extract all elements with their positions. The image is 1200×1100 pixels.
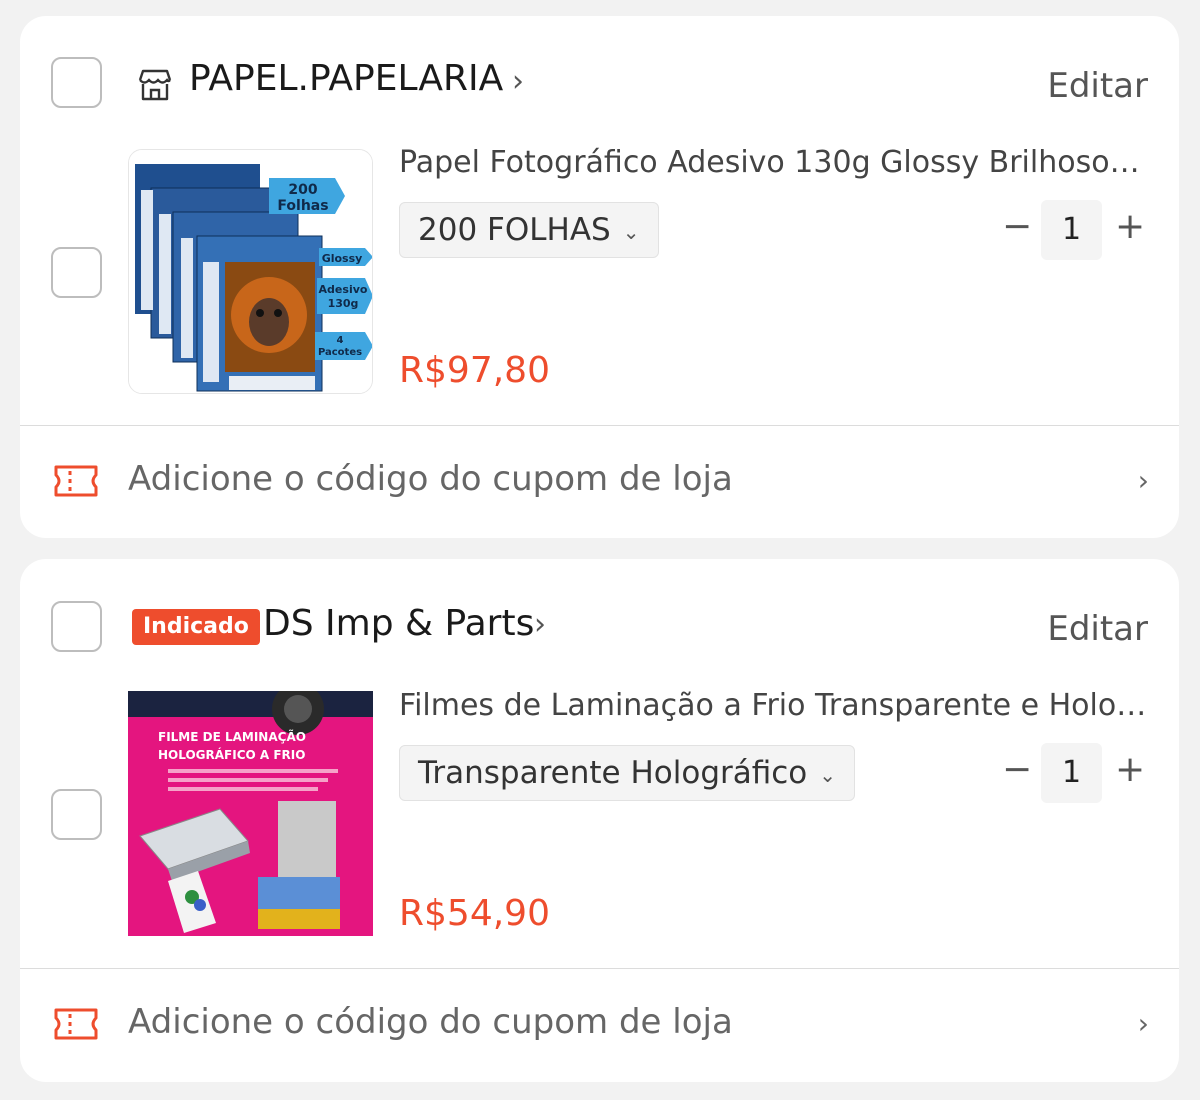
quantity-value[interactable]: 1 [1041,200,1102,260]
ticket-icon [54,465,98,497]
product-title[interactable]: Papel Fotográfico Adesivo 130g Glossy Br… [399,145,1144,180]
variant-label: 200 FOLHAS [418,212,611,248]
chevron-down-icon: ⌄ [622,219,640,244]
divider [20,968,1179,969]
divider [20,425,1179,426]
chevron-right-icon[interactable]: › [1138,464,1149,497]
store-coupon-link[interactable]: Adicione o código do cupom de loja [128,1002,733,1042]
product-select-checkbox[interactable] [51,789,102,840]
shop-header: Indicado DS Imp & Parts › Editar [20,559,1179,689]
shop-header: PAPEL.PAPELARIA › Editar [20,16,1179,146]
shop-card-ds-imp-parts: Indicado DS Imp & Parts › Editar FILME D… [20,559,1179,1082]
product-price: R$97,80 [399,350,550,391]
product-image[interactable]: FILME DE LAMINAÇÃO HOLOGRÁFICO A FRIO [128,691,373,936]
image-label: HOLOGRÁFICO A FRIO [158,747,305,762]
image-label: Adesivo [319,283,368,296]
shop-select-checkbox[interactable] [51,57,102,108]
product-select-checkbox[interactable] [51,247,102,298]
chevron-right-icon[interactable]: › [1138,1007,1149,1040]
store-coupon-link[interactable]: Adicione o código do cupom de loja [128,459,733,499]
image-label: 4 [337,335,344,346]
image-label: Pacotes [318,347,362,358]
product-title[interactable]: Filmes de Laminação a Frio Transparente … [399,688,1164,723]
quantity-decrement-button[interactable]: − [1002,749,1032,790]
quantity-decrement-button[interactable]: − [1002,206,1032,247]
image-label: FILME DE LAMINAÇÃO [158,729,306,744]
shop-select-checkbox[interactable] [51,601,102,652]
product-price: R$54,90 [399,893,550,934]
quantity-increment-button[interactable]: + [1115,206,1145,247]
chevron-down-icon: ⌄ [819,762,837,787]
ticket-icon [54,1008,98,1040]
recommended-badge: Indicado [132,609,260,645]
image-label: 200 [288,182,317,198]
variant-label: Transparente Holográfico [418,755,808,791]
variant-selector[interactable]: 200 FOLHAS ⌄ [399,202,659,258]
quantity-increment-button[interactable]: + [1115,749,1145,790]
image-label: Glossy [322,252,363,265]
chevron-right-icon[interactable]: › [534,607,546,642]
image-label: 130g [328,297,359,310]
shop-name[interactable]: PAPEL.PAPELARIA [189,58,503,99]
store-icon [138,69,172,101]
edit-button[interactable]: Editar [1047,66,1148,106]
shop-card-papel-papelaria: PAPEL.PAPELARIA › Editar 200 Folhas Glos… [20,16,1179,538]
chevron-right-icon[interactable]: › [512,64,524,99]
shop-name[interactable]: DS Imp & Parts [263,603,534,644]
image-label: Folhas [277,198,328,214]
variant-selector[interactable]: Transparente Holográfico ⌄ [399,745,856,801]
quantity-value[interactable]: 1 [1041,743,1102,803]
product-image[interactable]: 200 Folhas Glossy Adesivo 130g 4 Pacotes [128,149,373,394]
edit-button[interactable]: Editar [1047,609,1148,649]
